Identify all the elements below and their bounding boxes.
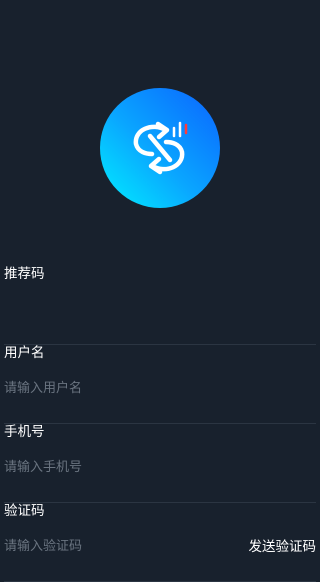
phone-input[interactable] bbox=[4, 455, 234, 479]
username-input[interactable] bbox=[4, 376, 234, 400]
swap-arrows-logo-icon bbox=[133, 121, 188, 175]
verification-code-field: 验证码 发送验证码 bbox=[4, 502, 316, 582]
app-logo bbox=[100, 88, 220, 208]
verification-code-input[interactable] bbox=[4, 534, 234, 558]
phone-label: 手机号 bbox=[4, 424, 45, 440]
phone-field: 手机号 bbox=[4, 423, 316, 503]
username-field: 用户名 bbox=[4, 344, 316, 424]
verification-code-label: 验证码 bbox=[4, 503, 45, 519]
referral-code-label: 推荐码 bbox=[4, 266, 45, 282]
username-label: 用户名 bbox=[4, 345, 45, 361]
send-code-button[interactable]: 发送验证码 bbox=[249, 538, 317, 556]
referral-code-input[interactable] bbox=[4, 297, 234, 321]
referral-code-field: 推荐码 bbox=[4, 265, 316, 345]
